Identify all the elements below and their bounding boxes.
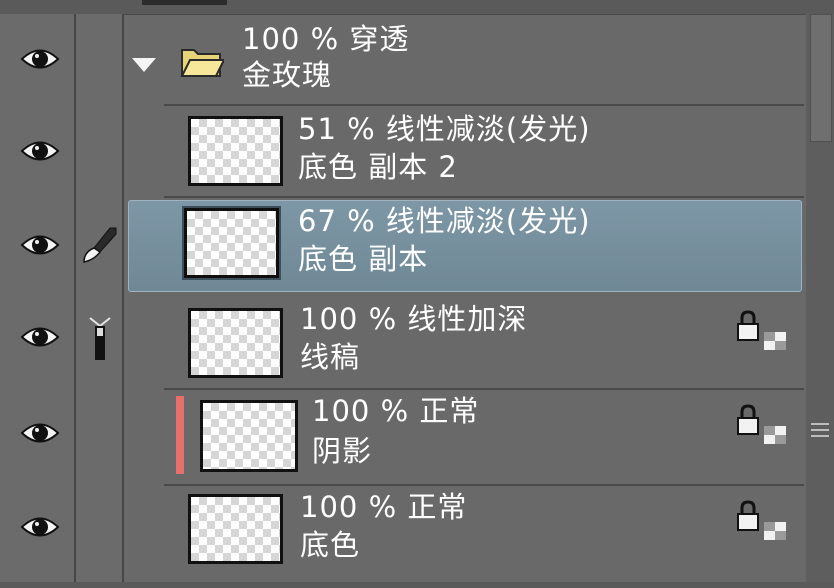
eye-icon[interactable] (20, 44, 60, 74)
layer-row-selected[interactable]: 67 % 线性减淡(发光) 底色 副本 (164, 200, 804, 292)
folder-icon (180, 49, 224, 77)
layer-name: 底色 副本 2 (298, 150, 458, 184)
brush-icon[interactable] (80, 226, 120, 264)
layer-name: 阴影 (312, 434, 373, 468)
lock-transparent-icon[interactable] (734, 500, 790, 542)
layer-opacity-mode: 51 % 线性减淡(发光) (298, 112, 591, 146)
lock-transparent-icon[interactable] (734, 404, 790, 446)
resize-grip-icon[interactable] (811, 420, 829, 440)
panel-bottom-edge (0, 582, 834, 588)
layer-opacity-mode: 67 % 线性减淡(发光) (298, 204, 591, 238)
layer-row[interactable]: 51 % 线性减淡(发光) 底色 副本 2 (164, 106, 804, 198)
scrollbar-thumb[interactable] (810, 14, 832, 142)
layer-row[interactable]: 100 % 正常 底色 (164, 486, 804, 578)
eye-icon[interactable] (20, 322, 60, 352)
ruler-icon[interactable] (86, 316, 114, 362)
layer-name: 底色 副本 (298, 242, 429, 276)
triangle-down-icon[interactable] (132, 58, 156, 74)
layer-thumbnail (184, 208, 279, 278)
layer-name: 金玫瑰 (242, 58, 333, 92)
layer-opacity-mode: 100 % 穿透 (242, 22, 410, 56)
layer-name: 线稿 (300, 340, 361, 374)
eye-icon[interactable] (20, 230, 60, 260)
layer-thumbnail (188, 494, 283, 564)
vertical-scrollbar[interactable] (806, 14, 834, 588)
eye-icon[interactable] (20, 512, 60, 542)
layer-thumbnail (200, 400, 298, 472)
layer-row[interactable]: 100 % 正常 阴影 (176, 390, 804, 482)
panel-top-bar (0, 0, 834, 15)
eye-icon[interactable] (20, 136, 60, 166)
layer-name: 底色 (300, 528, 361, 562)
layer-panel: 100 % 穿透 金玫瑰 51 % 线性减淡(发光) 底色 副本 2 67 % … (0, 0, 834, 588)
layer-row[interactable]: 100 % 线性加深 线稿 (164, 296, 804, 388)
layer-thumbnail (188, 308, 283, 378)
layer-folder-row[interactable]: 100 % 穿透 金玫瑰 (124, 14, 804, 104)
layer-opacity-mode: 100 % 线性加深 (300, 302, 528, 336)
visibility-column (0, 14, 76, 588)
layer-thumbnail (188, 116, 283, 186)
edit-target-column (76, 14, 124, 588)
layer-opacity-mode: 100 % 正常 (300, 490, 468, 524)
eye-icon[interactable] (20, 418, 60, 448)
panel-tab-marker[interactable] (142, 0, 227, 5)
layer-opacity-mode: 100 % 正常 (312, 394, 480, 428)
row-divider (164, 196, 804, 198)
lock-transparent-icon[interactable] (734, 310, 790, 352)
